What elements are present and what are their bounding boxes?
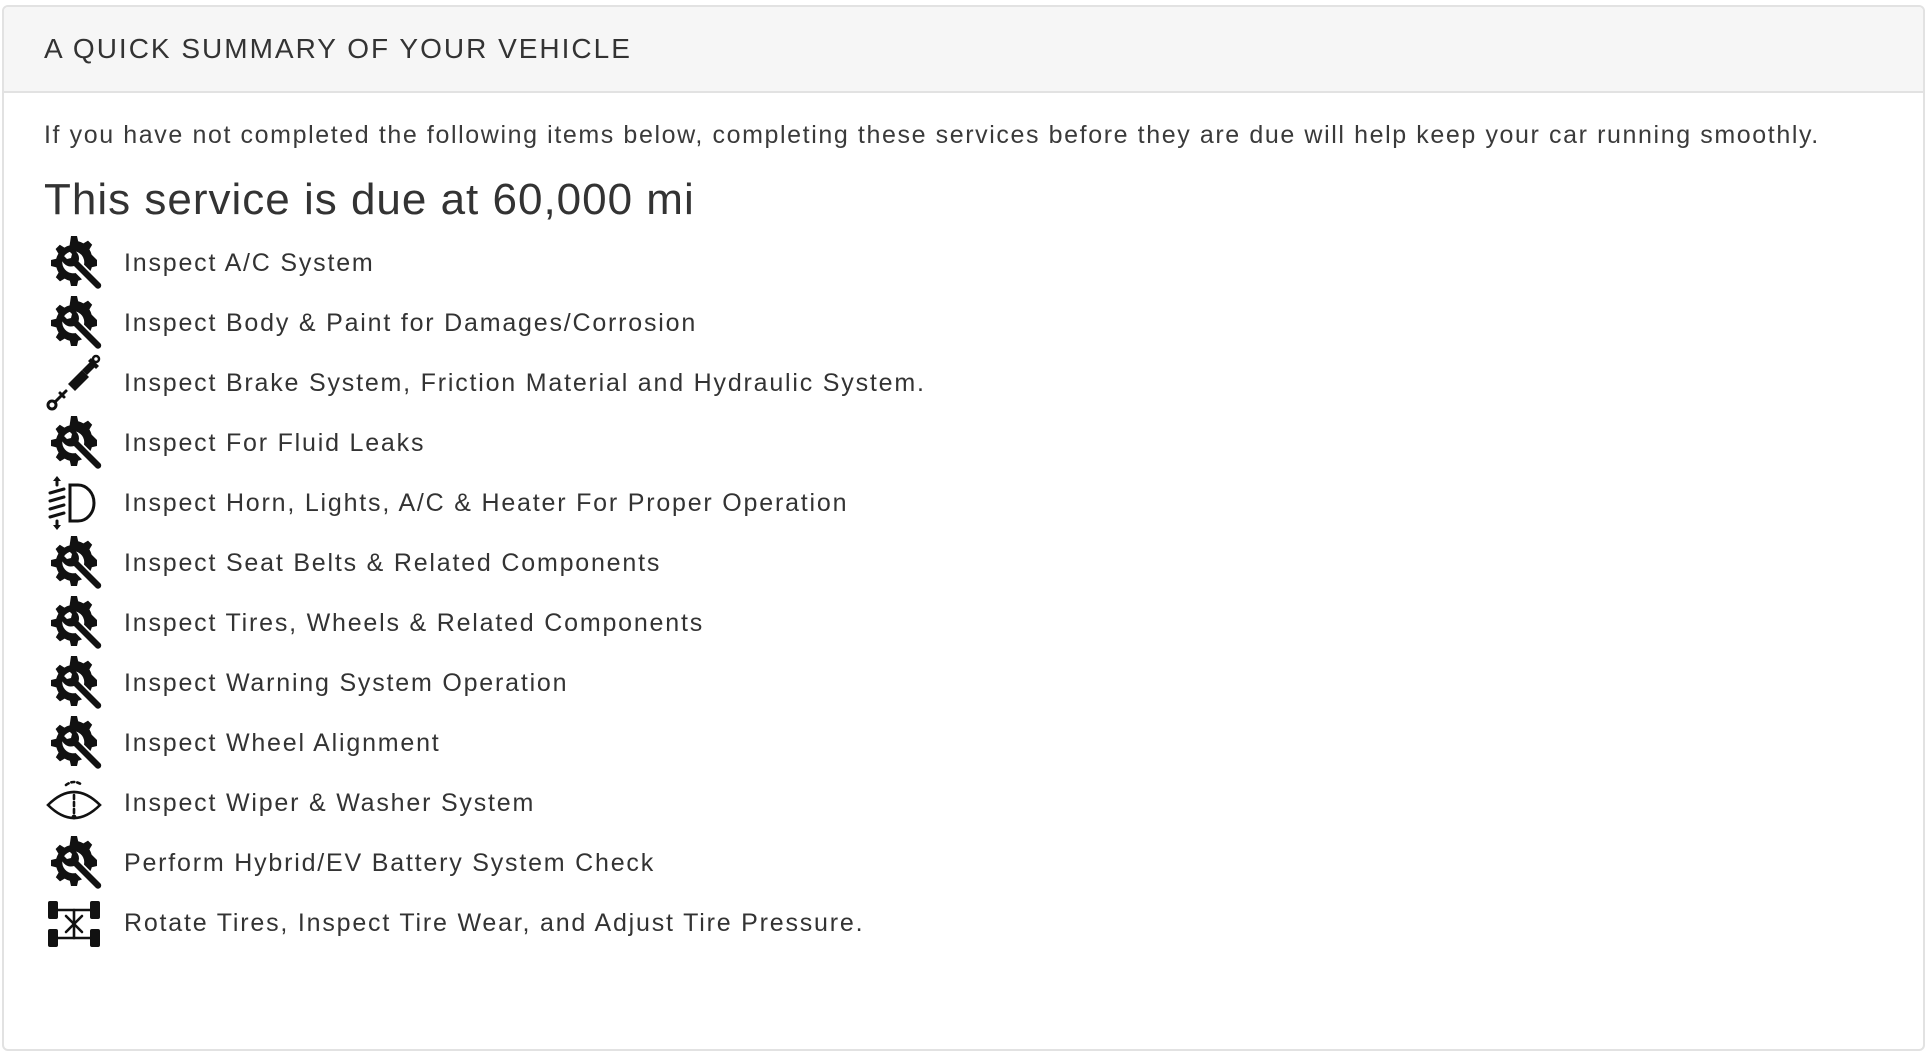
service-item: Inspect A/C System [44, 233, 1883, 293]
tire-rotation-icon [44, 893, 106, 953]
vehicle-summary-panel: A QUICK SUMMARY OF YOUR VEHICLE If you h… [2, 5, 1925, 1051]
gear-wrench-icon [44, 653, 106, 713]
service-item: Inspect Wheel Alignment [44, 713, 1883, 773]
service-label: Inspect Seat Belts & Related Components [124, 548, 662, 577]
service-item: Inspect Seat Belts & Related Components [44, 533, 1883, 593]
gear-wrench-icon [44, 533, 106, 593]
service-due-heading: This service is due at 60,000 mi [44, 175, 695, 224]
gear-wrench-icon [44, 593, 106, 653]
service-item: Inspect Brake System, Friction Material … [44, 353, 1883, 413]
service-label: Inspect Wiper & Washer System [124, 788, 536, 817]
service-item: Inspect Wiper & Washer System [44, 773, 1883, 833]
panel-header: A QUICK SUMMARY OF YOUR VEHICLE [4, 7, 1923, 93]
service-item: Inspect Warning System Operation [44, 653, 1883, 713]
gear-wrench-icon [44, 233, 106, 293]
service-label: Inspect Horn, Lights, A/C & Heater For P… [124, 488, 849, 517]
panel-body: If you have not completed the following … [4, 93, 1923, 953]
service-label: Perform Hybrid/EV Battery System Check [124, 848, 656, 877]
gear-wrench-icon [44, 413, 106, 473]
service-item: Inspect Tires, Wheels & Related Componen… [44, 593, 1883, 653]
intro-text: If you have not completed the following … [44, 121, 1820, 149]
gear-wrench-icon [44, 713, 106, 773]
service-item: Inspect For Fluid Leaks [44, 413, 1883, 473]
service-label: Rotate Tires, Inspect Tire Wear, and Adj… [124, 908, 865, 937]
service-item: Inspect Horn, Lights, A/C & Heater For P… [44, 473, 1883, 533]
service-item: Perform Hybrid/EV Battery System Check [44, 833, 1883, 893]
service-label: Inspect Warning System Operation [124, 668, 569, 697]
windshield-wiper-icon [44, 773, 106, 833]
headlight-icon [44, 473, 106, 533]
panel-title: A QUICK SUMMARY OF YOUR VEHICLE [44, 33, 632, 64]
brake-shock-icon [44, 353, 106, 413]
gear-wrench-icon [44, 833, 106, 893]
gear-wrench-icon [44, 293, 106, 353]
service-label: Inspect Tires, Wheels & Related Componen… [124, 608, 705, 637]
service-label: Inspect Wheel Alignment [124, 728, 441, 757]
service-label: Inspect Body & Paint for Damages/Corrosi… [124, 308, 698, 337]
service-list: Inspect A/C System Inspect Body & Paint … [44, 233, 1883, 953]
service-item: Rotate Tires, Inspect Tire Wear, and Adj… [44, 893, 1883, 953]
service-label: Inspect Brake System, Friction Material … [124, 368, 926, 397]
service-item: Inspect Body & Paint for Damages/Corrosi… [44, 293, 1883, 353]
service-label: Inspect A/C System [124, 248, 375, 277]
service-label: Inspect For Fluid Leaks [124, 428, 426, 457]
